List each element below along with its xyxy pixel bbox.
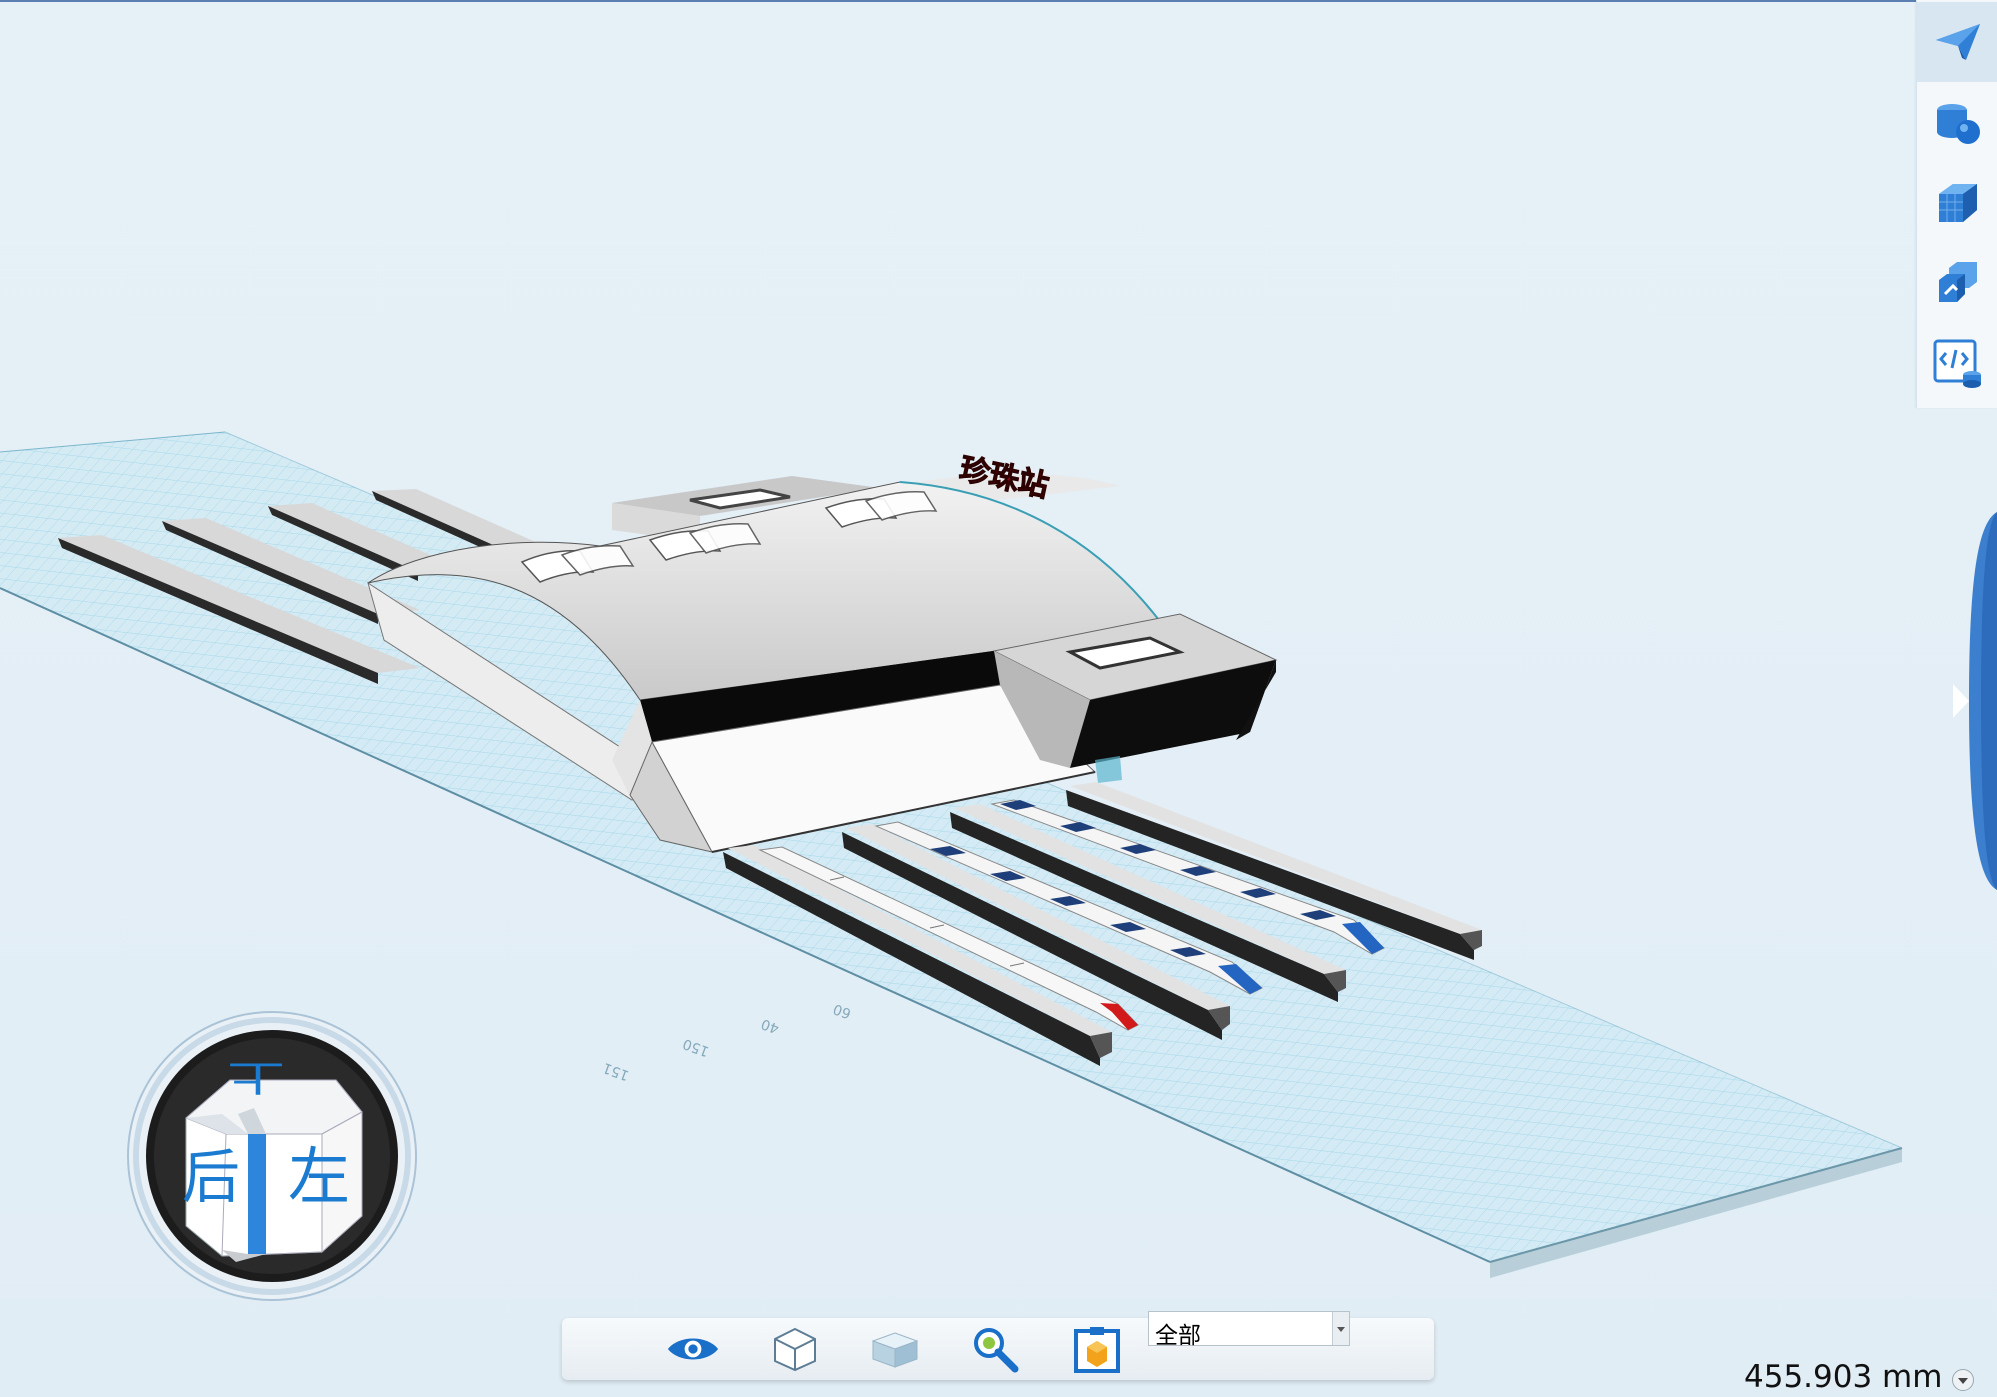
3d-viewport[interactable]: 151 150 40 60 珍珠站 后 左 上 全部 455.903 mm <box>0 0 1997 1397</box>
paper-plane-icon <box>1935 24 1980 60</box>
svg-text:40: 40 <box>759 1015 781 1036</box>
wireframe-view-button[interactable] <box>768 1324 822 1374</box>
shaded-cube-icon <box>871 1332 919 1368</box>
cube-face-left[interactable]: 左 <box>288 1146 350 1208</box>
cube-face-top[interactable]: 上 <box>227 1056 285 1097</box>
solid-cube-button[interactable] <box>1917 163 1997 243</box>
view-cube[interactable]: 后 左 上 <box>126 1010 418 1302</box>
measure-unit-dropdown[interactable] <box>1952 1369 1974 1391</box>
right-toolbar <box>1916 0 1997 408</box>
svg-text:151: 151 <box>601 1059 632 1083</box>
code-document-icon <box>1933 339 1981 388</box>
filter-select[interactable]: 全部 <box>1148 1311 1350 1349</box>
linked-cubes-icon <box>1938 262 1977 302</box>
linked-cubes-button[interactable] <box>1917 243 1997 323</box>
script-button[interactable] <box>1917 323 1997 403</box>
svg-text:60: 60 <box>831 1000 853 1021</box>
solid-cube-icon <box>1938 184 1977 222</box>
section-box-button[interactable] <box>1070 1324 1124 1374</box>
send-button[interactable] <box>1917 2 1997 82</box>
section-box-icon <box>1074 1327 1120 1373</box>
zoom-icon <box>974 1328 1019 1373</box>
chevron-down-icon[interactable] <box>1332 1312 1349 1345</box>
side-panel-expand-tab[interactable] <box>1939 512 1997 890</box>
database-button[interactable] <box>1917 83 1997 163</box>
measure-readout: 455.903 mm <box>1744 1359 1943 1395</box>
shaded-view-button[interactable] <box>868 1324 922 1374</box>
filter-select-value: 全部 <box>1155 1323 1201 1349</box>
wireframe-cube-icon <box>774 1327 816 1372</box>
zoom-button[interactable] <box>968 1324 1022 1374</box>
visibility-button[interactable] <box>666 1324 720 1374</box>
database-sphere-icon <box>1936 104 1980 144</box>
eye-icon <box>667 1338 719 1360</box>
grid-labels: 151 150 40 60 <box>601 1000 854 1083</box>
svg-text:150: 150 <box>681 1035 712 1059</box>
chevron-right-icon <box>1953 684 1969 718</box>
cube-face-back[interactable]: 后 <box>182 1148 240 1206</box>
